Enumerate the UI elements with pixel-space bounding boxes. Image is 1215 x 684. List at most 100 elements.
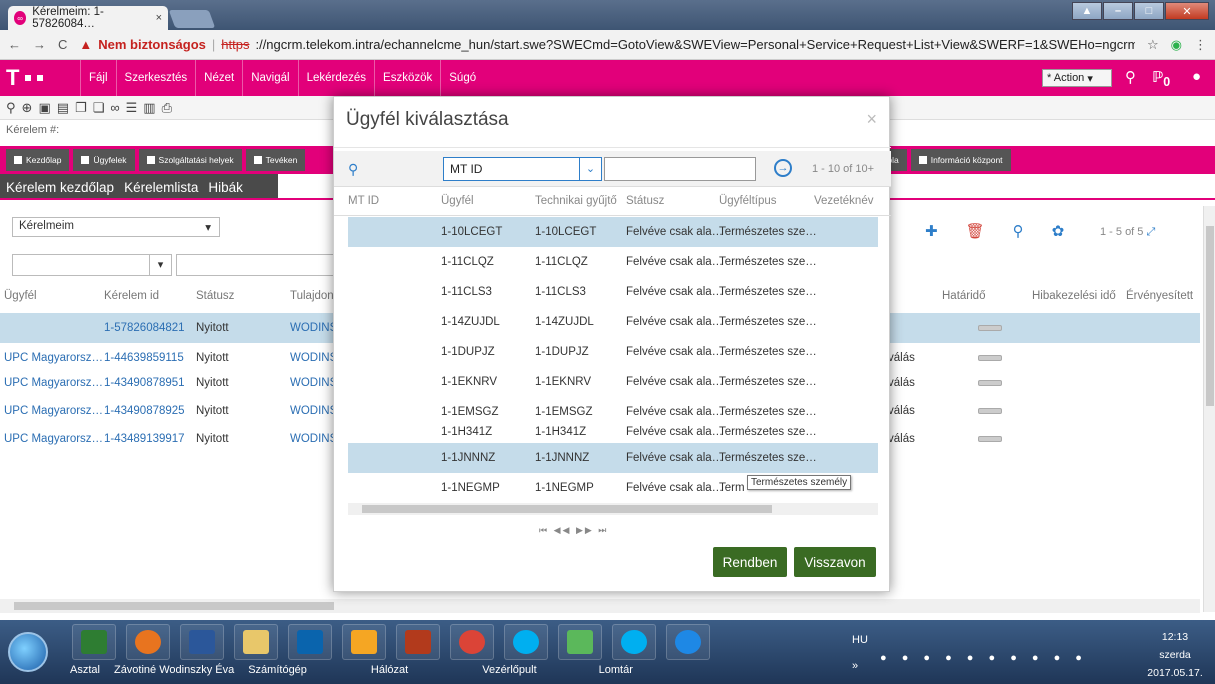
quick-desktop[interactable]: Asztal bbox=[70, 664, 100, 676]
print-icon[interactable]: ⎙ bbox=[162, 100, 172, 116]
go-icon[interactable]: ⊕ bbox=[22, 100, 33, 116]
field-select[interactable]: ▾ bbox=[12, 254, 172, 276]
list-item[interactable]: 1-1DUPJZ 1-1DUPJZ Felvéve csak ala… Termész… bbox=[348, 337, 878, 367]
go-arrow-icon[interactable]: → bbox=[774, 159, 792, 177]
back-icon[interactable]: ← bbox=[8, 37, 21, 52]
quick-control-panel[interactable]: Vezérlőpult bbox=[482, 664, 536, 676]
cell-owner[interactable]: WODINS bbox=[290, 405, 337, 417]
column-header[interactable]: Vezetéknév bbox=[814, 195, 873, 207]
list-item[interactable]: 1-11CLQZ 1-11CLQZ Felvéve csak ala… Termész… bbox=[348, 247, 878, 277]
cell-id[interactable]: 1-44639859115 bbox=[104, 352, 184, 364]
column-header[interactable]: Kérelem id bbox=[104, 290, 159, 302]
cell-id[interactable]: 1-43489139917 bbox=[104, 433, 185, 445]
tab-close-icon[interactable]: × bbox=[156, 12, 162, 24]
subnav-list[interactable]: Kérelemlista bbox=[124, 180, 198, 195]
cell-id[interactable]: 1-57826084821 bbox=[104, 322, 185, 334]
menu-view[interactable]: Nézet bbox=[195, 60, 242, 96]
query-select[interactable]: Kérelmeim ▾ bbox=[12, 217, 220, 237]
reload-icon[interactable]: C bbox=[58, 37, 67, 52]
taskbar-app-excel[interactable] bbox=[72, 624, 116, 660]
scroll-thumb[interactable] bbox=[14, 602, 334, 610]
taskbar-app-skype2[interactable] bbox=[612, 624, 656, 660]
subnav-home[interactable]: Kérelem kezdőlap bbox=[6, 180, 114, 195]
quick-network[interactable]: Hálózat bbox=[371, 664, 408, 676]
scroll-thumb[interactable] bbox=[1206, 226, 1214, 406]
tab-service-locations[interactable]: Szolgáltatási helyek bbox=[138, 149, 242, 171]
tab-activities[interactable]: Tevéken bbox=[245, 149, 306, 171]
list-item[interactable]: 1-14ZUJDL 1-14ZUJDL Felvéve csak ala… Termé… bbox=[348, 307, 878, 337]
taskbar-app-word[interactable] bbox=[180, 624, 224, 660]
start-button[interactable] bbox=[8, 632, 48, 672]
save-icon[interactable]: ▣ bbox=[38, 100, 50, 116]
column-header[interactable]: Érvényesített bbox=[1126, 290, 1193, 302]
list-item[interactable]: 1-10LCEGT 1-10LCEGT Felvéve csak ala… Termé… bbox=[348, 217, 878, 247]
browser-menu-icon[interactable]: ⋮ bbox=[1194, 37, 1207, 53]
menu-navigate[interactable]: Navigál bbox=[242, 60, 297, 96]
menu-edit[interactable]: Szerkesztés bbox=[115, 60, 196, 96]
tray-expand-icon[interactable]: » bbox=[852, 660, 858, 672]
cell-customer[interactable]: UPC Magyarorsz… bbox=[4, 377, 103, 389]
notification-icon[interactable]: ℙ0 bbox=[1152, 68, 1170, 89]
search-field-select[interactable]: MT ID ⌄ bbox=[443, 157, 602, 181]
taskbar-app-outlook[interactable] bbox=[288, 624, 332, 660]
menu-help[interactable]: Súgó bbox=[440, 60, 484, 96]
tray-icons[interactable]: ● ● ● ● ● ● ● ● ● ● bbox=[880, 652, 1088, 664]
taskbar-app-files[interactable] bbox=[558, 624, 602, 660]
add-icon[interactable]: ✚ bbox=[925, 222, 938, 240]
column-header[interactable]: Tulajdon bbox=[290, 290, 334, 302]
close-window-icon[interactable]: ✕ bbox=[1165, 2, 1209, 20]
delete-icon[interactable]: ▥ bbox=[143, 100, 155, 116]
taskbar-app-presentation[interactable] bbox=[396, 624, 440, 660]
taskbar-app-chrome[interactable] bbox=[450, 624, 494, 660]
column-header[interactable]: Státusz bbox=[196, 290, 234, 302]
minimize-icon[interactable]: – bbox=[1103, 2, 1133, 20]
taskbar-app-clipboard[interactable] bbox=[342, 624, 386, 660]
taskbar-app-ie[interactable] bbox=[666, 624, 710, 660]
column-header[interactable]: Hibakezelési idő bbox=[1032, 290, 1116, 302]
column-header[interactable]: Technikai gyűjtő bbox=[535, 195, 617, 207]
tab-info-center[interactable]: Információ központ bbox=[910, 149, 1011, 171]
cell-owner[interactable]: WODINS bbox=[290, 322, 337, 334]
list-item[interactable]: 1-1JNNNZ 1-1JNNNZ Felvéve csak ala… Termész… bbox=[348, 443, 878, 473]
search-icon[interactable]: ⚲ bbox=[1125, 68, 1136, 86]
taskbar-app-explorer[interactable] bbox=[234, 624, 278, 660]
quick-recycle-bin[interactable]: Lomtár bbox=[599, 664, 633, 676]
menu-file[interactable]: Fájl bbox=[80, 60, 116, 96]
list-item[interactable]: 1-1EKNRV 1-1EKNRV Felvéve csak ala… Termész… bbox=[348, 367, 878, 397]
new-tab-button[interactable] bbox=[168, 10, 216, 28]
action-dropdown[interactable]: * Action ▾ bbox=[1042, 69, 1112, 87]
maximize-icon[interactable]: □ bbox=[1134, 2, 1164, 20]
taskbar-app-firefox[interactable] bbox=[126, 624, 170, 660]
clock[interactable]: 12:13 szerda 2017.05.17. bbox=[1140, 628, 1210, 682]
link-icon[interactable]: ∞ bbox=[110, 100, 119, 115]
horizontal-scrollbar[interactable] bbox=[0, 599, 1200, 613]
bookmark-star-icon[interactable]: ☆ bbox=[1147, 37, 1159, 53]
column-header[interactable]: Ügyféltípus bbox=[719, 195, 777, 207]
cell-id[interactable]: 1-43490878951 bbox=[104, 377, 185, 389]
url-field[interactable]: ▲ Nem biztonságos | https://ngcrm.teleko… bbox=[79, 37, 1135, 52]
close-icon[interactable]: × bbox=[866, 109, 877, 130]
pager-controls[interactable]: ⏮ ◀◀ ▶▶ ⏭ bbox=[539, 525, 608, 536]
list-icon[interactable]: ☰ bbox=[126, 100, 138, 116]
search-icon[interactable]: ⚲ bbox=[348, 161, 358, 178]
list-item[interactable]: 1-11CLS3 1-11CLS3 Felvéve csak ala… Termész… bbox=[348, 277, 878, 307]
taskbar-app-skype[interactable] bbox=[504, 624, 548, 660]
ok-button[interactable]: Rendben bbox=[713, 547, 787, 577]
expand-icon[interactable]: ⤢ bbox=[1146, 226, 1155, 238]
scroll-thumb[interactable] bbox=[362, 505, 772, 513]
tab-customers[interactable]: Ügyfelek bbox=[73, 149, 135, 171]
cell-customer[interactable]: UPC Magyarorsz… bbox=[4, 433, 103, 445]
cell-owner[interactable]: WODINS bbox=[290, 352, 337, 364]
subnav-errors[interactable]: Hibák bbox=[208, 180, 243, 195]
quick-computer[interactable]: Számítógép bbox=[248, 664, 307, 676]
paste-icon[interactable]: ❏ bbox=[93, 100, 105, 116]
column-header[interactable]: MT ID bbox=[348, 195, 379, 207]
cell-owner[interactable]: WODINS bbox=[290, 433, 337, 445]
column-header[interactable]: Státusz bbox=[626, 195, 664, 207]
user-icon[interactable]: ▲ bbox=[1072, 2, 1102, 20]
new-record-icon[interactable]: ▤ bbox=[57, 100, 69, 116]
cell-customer[interactable]: UPC Magyarorsz… bbox=[4, 405, 103, 417]
column-header[interactable]: Ügyfél bbox=[441, 195, 474, 207]
browser-tab[interactable]: ∞ Kérelmeim: 1-57826084… × bbox=[8, 6, 168, 30]
copy-icon[interactable]: ❐ bbox=[75, 100, 87, 116]
